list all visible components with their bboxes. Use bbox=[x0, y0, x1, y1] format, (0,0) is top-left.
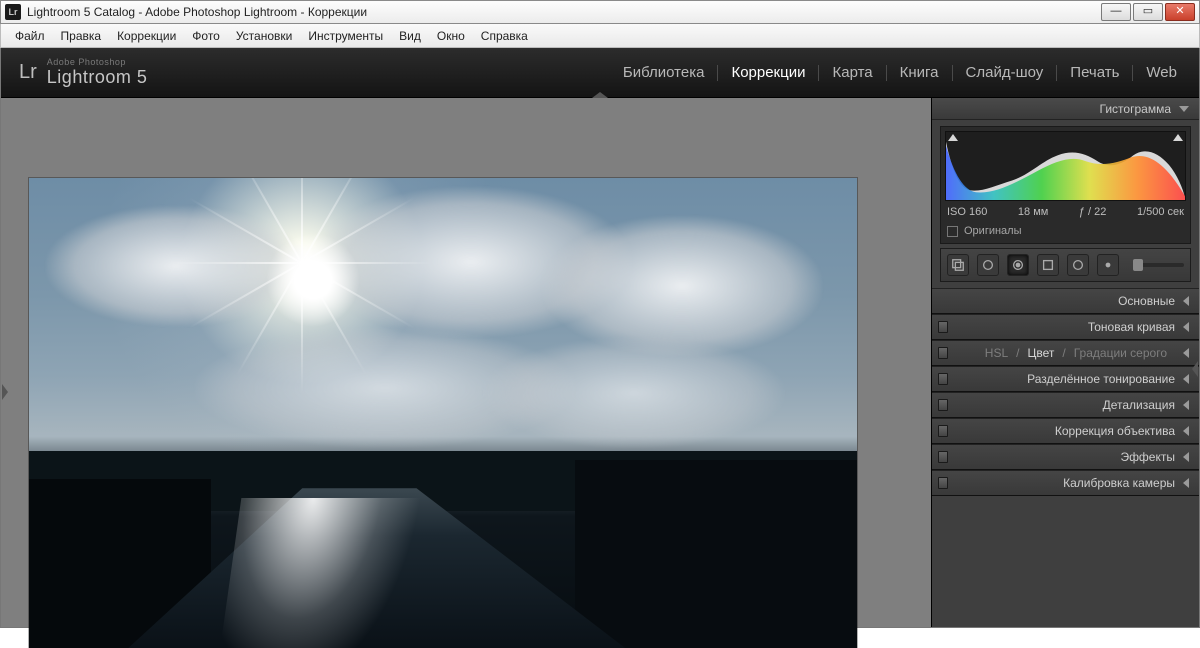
section-hsl[interactable]: HSL / Цвет / Градации серого bbox=[932, 340, 1199, 366]
exif-shutter: 1/500 сек bbox=[1137, 206, 1184, 218]
exif-aperture: ƒ / 22 bbox=[1079, 206, 1107, 218]
expand-right-icon[interactable] bbox=[1192, 361, 1198, 377]
brand-small: Adobe Photoshop bbox=[47, 57, 148, 67]
identity-bar: Lr Adobe Photoshop Lightroom 5 Библиотек… bbox=[1, 48, 1199, 98]
app-body: Lr Adobe Photoshop Lightroom 5 Библиотек… bbox=[0, 48, 1200, 628]
chevron-left-icon bbox=[1183, 296, 1189, 306]
lr-logo: Lr bbox=[19, 61, 37, 84]
color-label[interactable]: Цвет bbox=[1027, 346, 1054, 360]
section-basic-label: Основные bbox=[1118, 294, 1175, 308]
section-calibration-label: Калибровка камеры bbox=[1063, 476, 1175, 490]
brush-tool[interactable] bbox=[1097, 254, 1119, 276]
menu-edit[interactable]: Правка bbox=[53, 27, 110, 45]
menu-settings[interactable]: Установки bbox=[228, 27, 300, 45]
menu-develop[interactable]: Коррекции bbox=[109, 27, 184, 45]
chevron-left-icon bbox=[1183, 400, 1189, 410]
originals-label: Оригиналы bbox=[964, 225, 1022, 237]
crop-tool[interactable] bbox=[947, 254, 969, 276]
section-detail-label: Детализация bbox=[1103, 398, 1175, 412]
switch-icon[interactable] bbox=[938, 399, 948, 411]
section-detail[interactable]: Детализация bbox=[932, 392, 1199, 418]
tool-slider[interactable] bbox=[1133, 263, 1184, 267]
menu-view[interactable]: Вид bbox=[391, 27, 429, 45]
section-lens-label: Коррекция объектива bbox=[1055, 424, 1175, 438]
module-develop[interactable]: Коррекции bbox=[718, 65, 819, 81]
switch-icon[interactable] bbox=[938, 477, 948, 489]
menu-help[interactable]: Справка bbox=[473, 27, 536, 45]
menu-photo[interactable]: Фото bbox=[184, 27, 228, 45]
radial-tool[interactable] bbox=[1067, 254, 1089, 276]
workspace: Гистограмма bbox=[1, 98, 1199, 627]
switch-icon[interactable] bbox=[938, 347, 948, 359]
exif-focal: 18 мм bbox=[1018, 206, 1048, 218]
module-book[interactable]: Книга bbox=[887, 65, 953, 81]
switch-icon[interactable] bbox=[938, 425, 948, 437]
section-split-toning[interactable]: Разделённое тонирование bbox=[932, 366, 1199, 392]
exif-iso: ISO 160 bbox=[947, 206, 987, 218]
chevron-left-icon bbox=[1183, 348, 1189, 358]
redeye-tool[interactable] bbox=[1007, 254, 1029, 276]
menu-tools[interactable]: Инструменты bbox=[300, 27, 391, 45]
app-icon: Lr bbox=[5, 4, 21, 20]
section-lens[interactable]: Коррекция объектива bbox=[932, 418, 1199, 444]
switch-icon[interactable] bbox=[938, 373, 948, 385]
panel-histogram-label: Гистограмма bbox=[1100, 102, 1171, 116]
maximize-button[interactable]: ▭ bbox=[1133, 3, 1163, 21]
canvas-area bbox=[1, 98, 931, 627]
menu-file[interactable]: Файл bbox=[7, 27, 53, 45]
close-button[interactable]: ✕ bbox=[1165, 3, 1195, 21]
chevron-left-icon bbox=[1183, 426, 1189, 436]
module-map[interactable]: Карта bbox=[819, 65, 886, 81]
chevron-left-icon bbox=[1183, 478, 1189, 488]
module-library[interactable]: Библиотека bbox=[610, 65, 719, 81]
minimize-button[interactable]: — bbox=[1101, 3, 1131, 21]
switch-icon[interactable] bbox=[938, 451, 948, 463]
brand-big: Lightroom 5 bbox=[47, 67, 148, 88]
chevron-left-icon bbox=[1183, 322, 1189, 332]
chevron-left-icon bbox=[1183, 452, 1189, 462]
section-effects[interactable]: Эффекты bbox=[932, 444, 1199, 470]
bw-label[interactable]: Градации серого bbox=[1074, 346, 1167, 360]
module-web[interactable]: Web bbox=[1133, 65, 1177, 81]
photo-preview[interactable] bbox=[29, 178, 857, 648]
menu-window[interactable]: Окно bbox=[429, 27, 473, 45]
section-tone-curve-label: Тоновая кривая bbox=[1088, 320, 1175, 334]
originals-checkbox[interactable] bbox=[947, 226, 958, 237]
window-titlebar: Lr Lightroom 5 Catalog - Adobe Photoshop… bbox=[0, 0, 1200, 24]
histogram-box: ISO 160 18 мм ƒ / 22 1/500 сек Оригиналы bbox=[940, 126, 1191, 244]
develop-panel: Гистограмма bbox=[931, 98, 1199, 627]
expand-left-icon[interactable] bbox=[2, 384, 8, 400]
tool-strip bbox=[940, 248, 1191, 282]
section-calibration[interactable]: Калибровка камеры bbox=[932, 470, 1199, 496]
window-title: Lightroom 5 Catalog - Adobe Photoshop Li… bbox=[27, 5, 1101, 19]
section-effects-label: Эффекты bbox=[1120, 450, 1175, 464]
chevron-down-icon bbox=[1179, 106, 1189, 112]
chevron-left-icon bbox=[1183, 374, 1189, 384]
section-split-label: Разделённое тонирование bbox=[1027, 372, 1175, 386]
exif-row: ISO 160 18 мм ƒ / 22 1/500 сек bbox=[945, 201, 1186, 221]
gradient-tool[interactable] bbox=[1037, 254, 1059, 276]
section-tone-curve[interactable]: Тоновая кривая bbox=[932, 314, 1199, 340]
originals-row[interactable]: Оригиналы bbox=[945, 221, 1186, 243]
spot-tool[interactable] bbox=[977, 254, 999, 276]
brand: Adobe Photoshop Lightroom 5 bbox=[47, 57, 148, 88]
module-print[interactable]: Печать bbox=[1057, 65, 1133, 81]
section-basic[interactable]: Основные bbox=[932, 288, 1199, 314]
module-slideshow[interactable]: Слайд-шоу bbox=[953, 65, 1058, 81]
histogram[interactable] bbox=[945, 131, 1186, 201]
hsl-label[interactable]: HSL bbox=[985, 346, 1008, 360]
switch-icon[interactable] bbox=[938, 321, 948, 333]
module-picker: Библиотека Коррекции Карта Книга Слайд-ш… bbox=[610, 65, 1177, 81]
panel-histogram-header[interactable]: Гистограмма bbox=[932, 98, 1199, 120]
menu-bar: Файл Правка Коррекции Фото Установки Инс… bbox=[0, 24, 1200, 48]
